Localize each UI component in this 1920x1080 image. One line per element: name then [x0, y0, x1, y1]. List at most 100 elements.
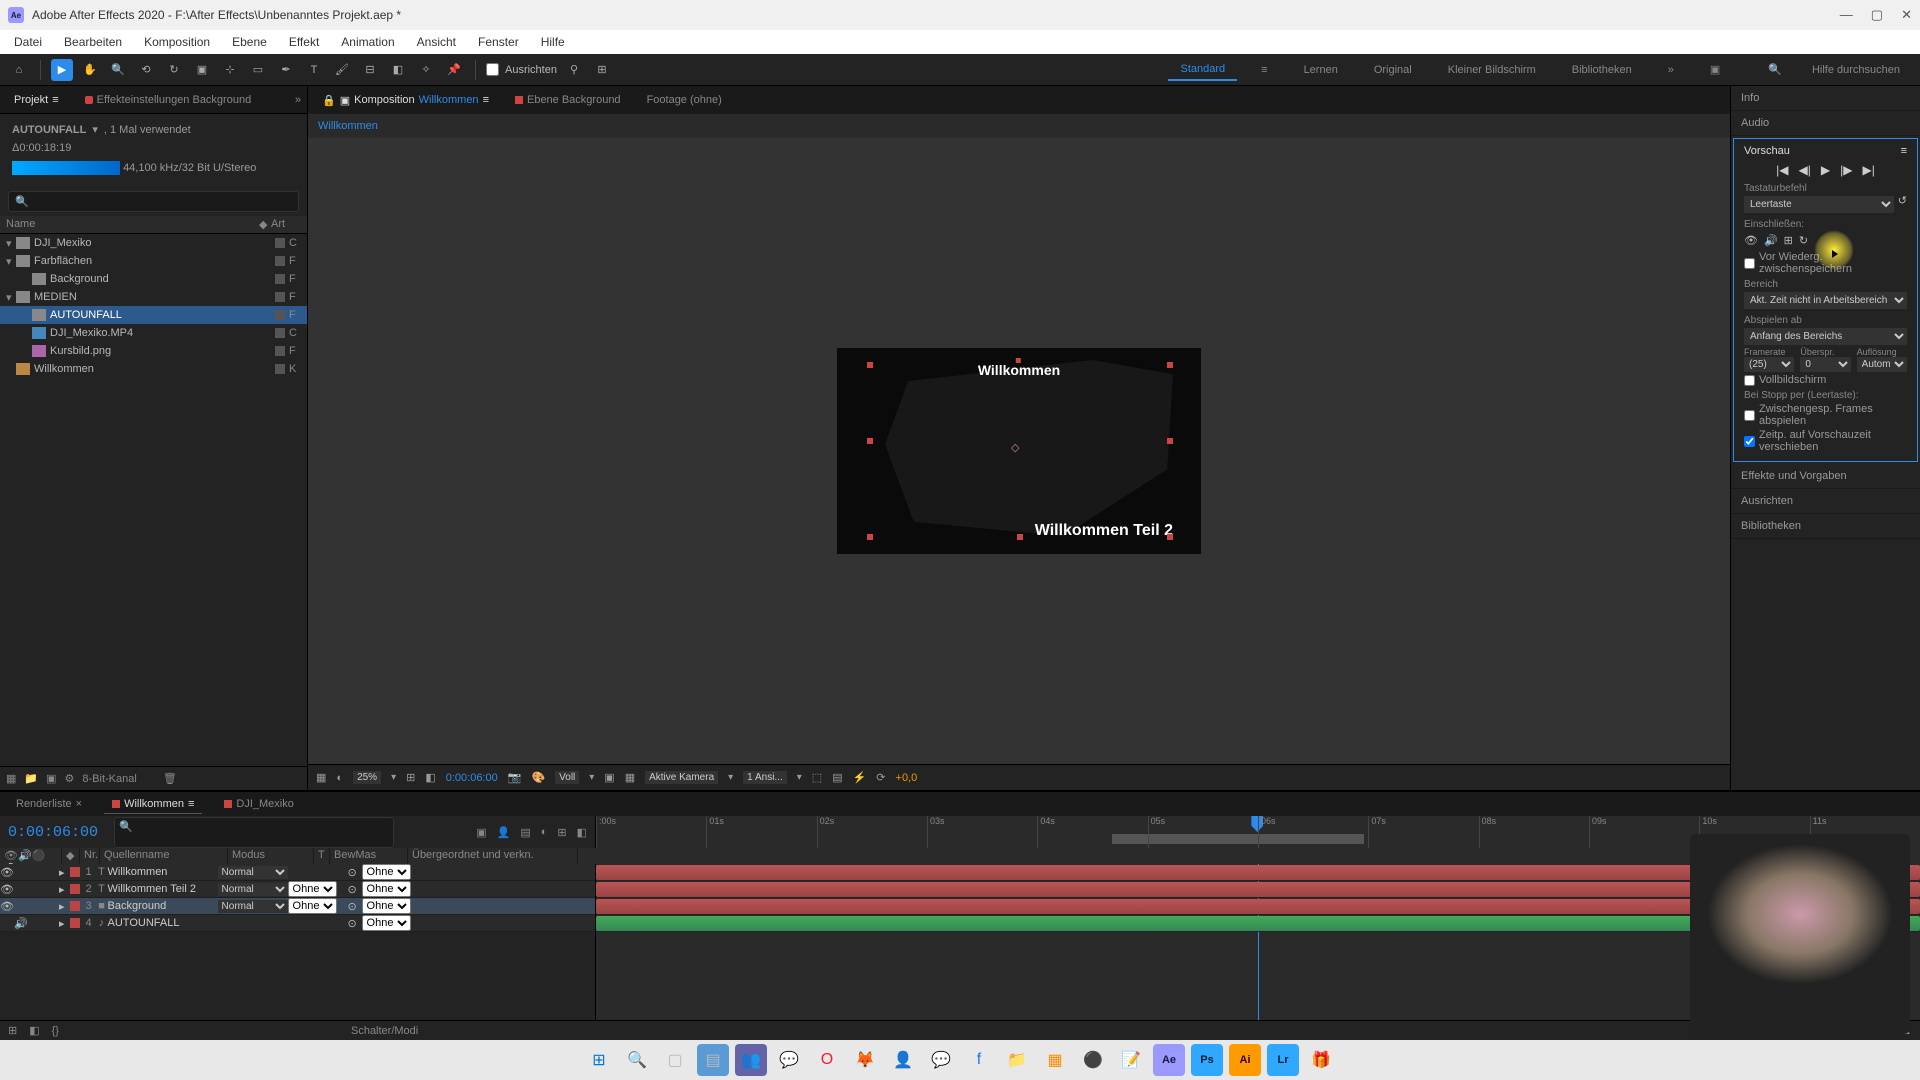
- range-dd[interactable]: Akt. Zeit nicht in Arbeitsbereich: [1744, 292, 1907, 309]
- playfrom-dd[interactable]: Anfang des Bereichs: [1744, 328, 1907, 345]
- play-button[interactable]: ▶: [1821, 163, 1830, 177]
- last-frame-button[interactable]: ▶|: [1862, 163, 1874, 177]
- snap-checkbox[interactable]: [486, 63, 499, 76]
- opera-icon[interactable]: O: [811, 1044, 843, 1076]
- selection-handle[interactable]: [1017, 534, 1023, 540]
- move-time-checkbox[interactable]: [1744, 436, 1755, 447]
- res-dd[interactable]: Automa...: [1857, 357, 1907, 372]
- resolution-dd[interactable]: Voll: [555, 771, 579, 784]
- grid-icon[interactable]: ⊞: [406, 771, 415, 784]
- tab-renderliste[interactable]: Renderliste ×: [8, 795, 90, 813]
- project-item[interactable]: ▾FarbflächenF: [0, 252, 307, 270]
- teams-icon[interactable]: 👥: [735, 1044, 767, 1076]
- menu-ebene[interactable]: Ebene: [222, 33, 277, 51]
- skip-dd[interactable]: 0: [1800, 357, 1850, 372]
- timeline-timecode[interactable]: 0:00:06:00: [8, 824, 98, 841]
- anchor-tool[interactable]: ⊹: [219, 59, 241, 81]
- pen-tool[interactable]: ✒: [275, 59, 297, 81]
- new-comp-icon[interactable]: ▣: [46, 772, 56, 785]
- lightroom-icon[interactable]: Lr: [1267, 1044, 1299, 1076]
- comp-mini-icon[interactable]: ▣: [476, 826, 486, 839]
- selection-handle[interactable]: [867, 438, 873, 444]
- shy-icon[interactable]: 👤: [497, 826, 511, 839]
- home-tool[interactable]: ⌂: [8, 59, 30, 81]
- camera-tool[interactable]: ▣: [191, 59, 213, 81]
- selection-tool[interactable]: ▶: [51, 59, 73, 81]
- project-item[interactable]: BackgroundF: [0, 270, 307, 288]
- tab-willkommen-timeline[interactable]: Willkommen ≡: [104, 795, 202, 814]
- panel-info[interactable]: Info: [1731, 86, 1920, 111]
- illustrator-icon[interactable]: Ai: [1229, 1044, 1261, 1076]
- color-icon[interactable]: 🎨: [531, 771, 545, 784]
- fast-icon[interactable]: ⚡: [853, 771, 867, 784]
- notepad-icon[interactable]: 📝: [1115, 1044, 1147, 1076]
- panel-libraries[interactable]: Bibliotheken: [1731, 514, 1920, 539]
- menu-ansicht[interactable]: Ansicht: [407, 33, 466, 51]
- workspace-kleiner[interactable]: Kleiner Bildschirm: [1436, 60, 1548, 80]
- menu-fenster[interactable]: Fenster: [468, 33, 529, 51]
- snap-grid[interactable]: ⊞: [591, 59, 613, 81]
- cached-frames-checkbox[interactable]: [1744, 410, 1755, 421]
- project-item[interactable]: Kursbild.pngF: [0, 342, 307, 360]
- help-search[interactable]: 🔍 Hilfe durchsuchen: [1756, 59, 1912, 80]
- tab-effekteinstellungen[interactable]: Effekteinstellungen Background: [77, 90, 260, 110]
- stamp-tool[interactable]: ⊟: [359, 59, 381, 81]
- text-tool[interactable]: T: [303, 59, 325, 81]
- explorer-icon[interactable]: ▤: [697, 1044, 729, 1076]
- project-item[interactable]: DJI_Mexiko.MP4C: [0, 324, 307, 342]
- selection-handle[interactable]: [867, 362, 873, 368]
- graph-icon[interactable]: ⊞: [557, 826, 566, 839]
- panel-align[interactable]: Ausrichten: [1731, 489, 1920, 514]
- snap-options[interactable]: ⚲: [563, 59, 585, 81]
- project-tree[interactable]: ▾DJI_MexikoC▾FarbflächenFBackgroundF▾MED…: [0, 234, 307, 766]
- firefox-icon[interactable]: 🦊: [849, 1044, 881, 1076]
- menu-hilfe[interactable]: Hilfe: [531, 33, 575, 51]
- menu-komposition[interactable]: Komposition: [134, 33, 220, 51]
- layer-row[interactable]: 👁▸3■BackgroundNormalOhne⊙Ohne: [0, 898, 595, 915]
- selection-handle[interactable]: [867, 534, 873, 540]
- project-search-input[interactable]: [29, 196, 292, 208]
- comp-tab-footage[interactable]: Footage (ohne): [639, 90, 730, 110]
- close-button[interactable]: ✕: [1901, 7, 1912, 23]
- layer-row[interactable]: 👁▸1TWillkommenNormal⊙Ohne: [0, 864, 595, 881]
- include-video-icon[interactable]: 👁: [1744, 234, 1758, 247]
- start-button[interactable]: ⊞: [583, 1044, 615, 1076]
- layer-row[interactable]: 👁▸2TWillkommen Teil 2NormalOhne⊙Ohne: [0, 881, 595, 898]
- project-item[interactable]: ▾MEDIENF: [0, 288, 307, 306]
- project-item[interactable]: WillkommenK: [0, 360, 307, 378]
- workspace-standard[interactable]: Standard: [1168, 59, 1237, 81]
- viewer-timecode[interactable]: 0:00:06:00: [446, 772, 498, 784]
- workspace-overflow[interactable]: »: [1656, 60, 1686, 80]
- shortcut-dd[interactable]: Leertaste: [1744, 196, 1894, 213]
- transparency-icon[interactable]: ▦: [625, 771, 635, 784]
- fullscreen-checkbox[interactable]: [1744, 375, 1755, 386]
- menu-bearbeiten[interactable]: Bearbeiten: [54, 33, 132, 51]
- timeline-search[interactable]: 🔍: [114, 817, 394, 848]
- obs-icon[interactable]: ⚫: [1077, 1044, 1109, 1076]
- layer-list[interactable]: 👁▸1TWillkommenNormal⊙Ohne👁▸2TWillkommen …: [0, 864, 595, 1020]
- panel-effects-presets[interactable]: Effekte und Vorgaben: [1731, 464, 1920, 489]
- rotate-tool[interactable]: ↻: [163, 59, 185, 81]
- timeline-icon[interactable]: ⟳: [876, 771, 885, 784]
- toggle-icon-1[interactable]: ⊞: [8, 1024, 17, 1037]
- app-icon-2[interactable]: ▦: [1039, 1044, 1071, 1076]
- 3d-icon[interactable]: ⬚: [812, 771, 822, 784]
- app-icon-1[interactable]: 👤: [887, 1044, 919, 1076]
- views-dd[interactable]: 1 Ansi...: [743, 771, 787, 784]
- menu-effekt[interactable]: Effekt: [279, 33, 329, 51]
- motion-blur-icon[interactable]: ◐: [541, 826, 548, 839]
- first-frame-button[interactable]: |◀: [1776, 163, 1788, 177]
- facebook-icon[interactable]: f: [963, 1044, 995, 1076]
- next-frame-button[interactable]: |▶: [1840, 163, 1852, 177]
- timeline-search-input[interactable]: [119, 833, 389, 845]
- mask-icon[interactable]: ◧: [425, 771, 435, 784]
- reset-icon[interactable]: ↺: [1898, 194, 1907, 215]
- trash-icon[interactable]: 🗑: [163, 772, 177, 785]
- preview-menu-icon[interactable]: ≡: [1901, 145, 1907, 157]
- new-folder-icon[interactable]: 📁: [24, 772, 38, 785]
- hand-tool[interactable]: ✋: [79, 59, 101, 81]
- bpc-label[interactable]: 8-Bit-Kanal: [82, 773, 136, 785]
- zoom-tool[interactable]: 🔍: [107, 59, 129, 81]
- include-audio-icon[interactable]: 🔊: [1764, 234, 1778, 247]
- project-item[interactable]: AUTOUNFALLF: [0, 306, 307, 324]
